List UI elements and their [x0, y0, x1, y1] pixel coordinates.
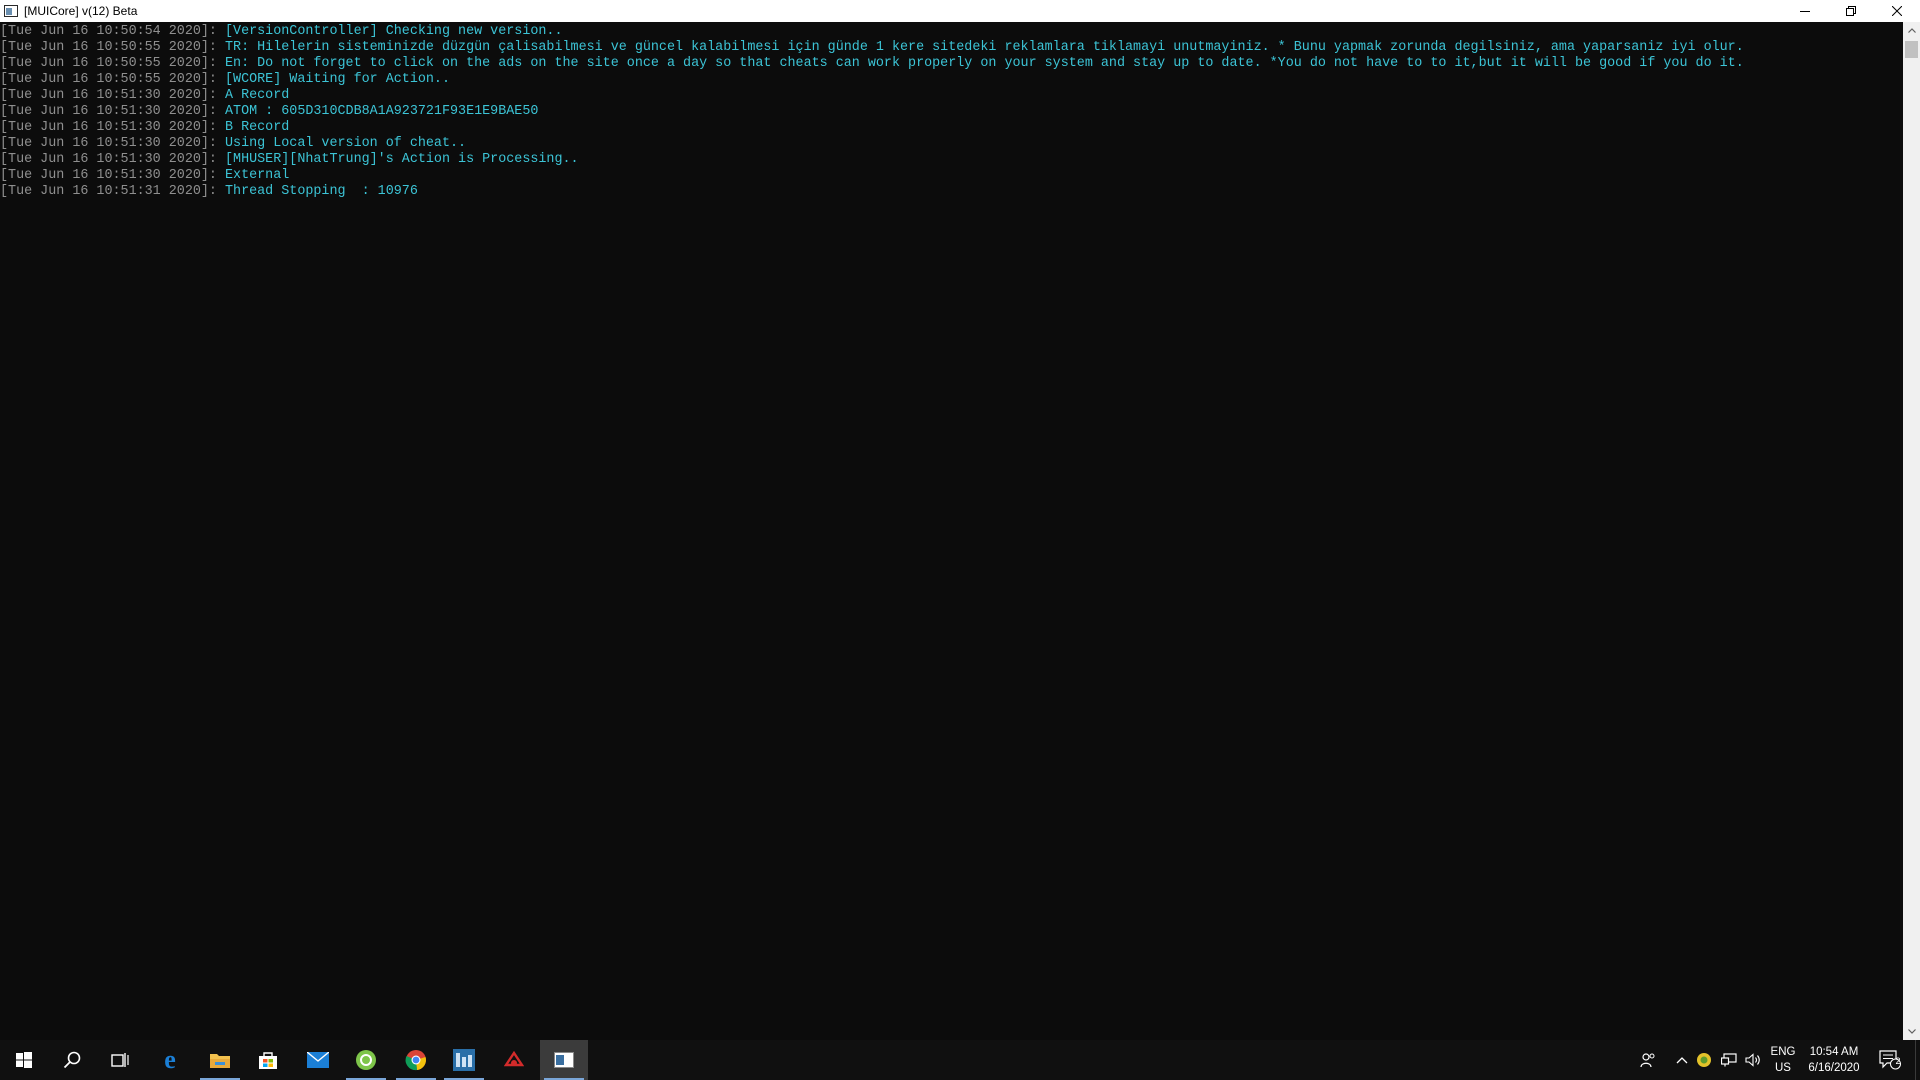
mail-icon: [307, 1052, 329, 1068]
log-timestamp: [Tue Jun 16 10:51:30 2020]:: [0, 152, 217, 167]
log-timestamp: [Tue Jun 16 10:51:30 2020]:: [0, 88, 217, 103]
action-center-button[interactable]: 2: [1876, 1040, 1904, 1080]
task-view-icon: [111, 1053, 129, 1067]
show-desktop-button[interactable]: [1915, 1040, 1920, 1080]
console-app-button[interactable]: [540, 1040, 588, 1080]
edge-icon: e: [164, 1049, 176, 1071]
volume-icon: [1745, 1053, 1760, 1067]
minimize-button[interactable]: [1782, 0, 1828, 22]
coin-icon: [1697, 1053, 1711, 1067]
log-message: B Record: [216, 120, 290, 135]
log-message: [VersionController] Checking new version…: [216, 24, 563, 39]
keyboard-layout: US: [1775, 1062, 1791, 1074]
red-app-button[interactable]: [490, 1040, 538, 1080]
console-app-icon: [4, 5, 18, 17]
restore-button[interactable]: [1828, 0, 1874, 22]
green-app-icon: [356, 1050, 376, 1070]
network-icon: [1721, 1053, 1737, 1067]
console-line: [Tue Jun 16 10:51:30 2020]: [MHUSER][Nha…: [0, 152, 1902, 168]
console-window: [MUICore] v(12) Beta [Tue Jun 16 10:50:5…: [0, 0, 1920, 1040]
chevron-up-icon: [1907, 28, 1916, 33]
console-line: [Tue Jun 16 10:51:30 2020]: ATOM : 605D3…: [0, 104, 1902, 120]
chevron-down-icon: [1907, 1029, 1916, 1034]
task-view-button[interactable]: [96, 1040, 144, 1080]
start-button[interactable]: [0, 1040, 48, 1080]
clock-time: 10:54 AM: [1809, 1046, 1859, 1058]
log-message: ATOM : 605D310CDB8A1A923721F93E1E9BAE50: [216, 104, 539, 119]
search-icon: [63, 1051, 81, 1069]
log-timestamp: [Tue Jun 16 10:50:55 2020]:: [0, 40, 217, 55]
language-code: ENG: [1770, 1046, 1796, 1058]
tray-app-button[interactable]: [1694, 1040, 1714, 1080]
console-output[interactable]: [Tue Jun 16 10:50:54 2020]: [VersionCont…: [0, 22, 1902, 1040]
chrome-icon: [405, 1050, 426, 1071]
title-bar[interactable]: [MUICore] v(12) Beta: [0, 0, 1920, 22]
log-timestamp: [Tue Jun 16 10:51:30 2020]:: [0, 168, 217, 183]
log-message: Thread Stopping : 10976: [216, 184, 418, 199]
mail-button[interactable]: [294, 1040, 342, 1080]
chrome-button[interactable]: [392, 1040, 440, 1080]
restore-icon: [1846, 6, 1856, 16]
console-line: [Tue Jun 16 10:51:31 2020]: Thread Stopp…: [0, 184, 1902, 200]
console-line: [Tue Jun 16 10:51:30 2020]: B Record: [0, 120, 1902, 136]
green-app-button[interactable]: [342, 1040, 390, 1080]
console-line: [Tue Jun 16 10:50:55 2020]: En: Do not f…: [0, 56, 1902, 72]
log-timestamp: [Tue Jun 16 10:50:55 2020]:: [0, 56, 217, 71]
log-timestamp: [Tue Jun 16 10:50:54 2020]:: [0, 24, 217, 39]
tile-app-button[interactable]: [440, 1040, 488, 1080]
log-message: External: [216, 168, 290, 183]
window-title: [MUICore] v(12) Beta: [24, 4, 138, 18]
log-timestamp: [Tue Jun 16 10:51:30 2020]:: [0, 120, 217, 135]
window-controls: [1782, 0, 1920, 22]
console-line: [Tue Jun 16 10:51:30 2020]: External: [0, 168, 1902, 184]
console-line: [Tue Jun 16 10:50:55 2020]: TR: Hileleri…: [0, 40, 1902, 56]
minimize-icon: [1800, 11, 1810, 12]
log-message: En: Do not forget to click on the ads on…: [216, 56, 1744, 71]
clock-button[interactable]: 10:54 AM 6/16/2020: [1802, 1040, 1866, 1080]
notification-count: 2: [1895, 1056, 1901, 1066]
log-timestamp: [Tue Jun 16 10:51:30 2020]:: [0, 136, 217, 151]
log-message: TR: Hilelerin sisteminizde düzgün çalisa…: [216, 40, 1744, 55]
people-button[interactable]: [1634, 1040, 1662, 1080]
file-explorer-icon: [210, 1054, 230, 1068]
search-button[interactable]: [48, 1040, 96, 1080]
file-explorer-button[interactable]: [196, 1040, 244, 1080]
console-line: [Tue Jun 16 10:50:54 2020]: [VersionCont…: [0, 24, 1902, 40]
close-button[interactable]: [1874, 0, 1920, 22]
scroll-up-button[interactable]: [1903, 22, 1920, 39]
console-app-icon: [554, 1052, 574, 1068]
scroll-down-button[interactable]: [1903, 1023, 1920, 1040]
volume-button[interactable]: [1742, 1040, 1764, 1080]
console-line: [Tue Jun 16 10:50:55 2020]: [WCORE] Wait…: [0, 72, 1902, 88]
chevron-up-icon: [1676, 1057, 1688, 1064]
taskbar: e ENG US 10:54 AM 6/16/2020 2: [0, 1040, 1920, 1080]
network-button[interactable]: [1718, 1040, 1740, 1080]
edge-button[interactable]: e: [146, 1040, 194, 1080]
log-message: [WCORE] Waiting for Action..: [216, 72, 451, 87]
console-line: [Tue Jun 16 10:51:30 2020]: A Record: [0, 88, 1902, 104]
vertical-scrollbar[interactable]: [1903, 22, 1920, 1040]
store-button[interactable]: [244, 1040, 292, 1080]
log-timestamp: [Tue Jun 16 10:51:31 2020]:: [0, 184, 217, 199]
scroll-thumb[interactable]: [1905, 41, 1918, 58]
log-timestamp: [Tue Jun 16 10:51:30 2020]:: [0, 104, 217, 119]
red-app-icon: [504, 1051, 524, 1067]
language-button[interactable]: ENG US: [1766, 1040, 1800, 1080]
start-icon: [16, 1052, 32, 1068]
svg-text:e: e: [164, 1049, 176, 1071]
people-icon: [1640, 1053, 1655, 1068]
store-icon: [259, 1052, 277, 1069]
show-hidden-icons-button[interactable]: [1672, 1040, 1692, 1080]
tile-app-icon: [453, 1049, 475, 1071]
console-line: [Tue Jun 16 10:51:30 2020]: Using Local …: [0, 136, 1902, 152]
clock-date: 6/16/2020: [1808, 1062, 1860, 1074]
log-message: Using Local version of cheat..: [216, 136, 467, 151]
close-icon: [1892, 6, 1902, 16]
log-message: [MHUSER][NhatTrung]'s Action is Processi…: [216, 152, 579, 167]
log-timestamp: [Tue Jun 16 10:50:55 2020]:: [0, 72, 217, 87]
log-message: A Record: [216, 88, 290, 103]
